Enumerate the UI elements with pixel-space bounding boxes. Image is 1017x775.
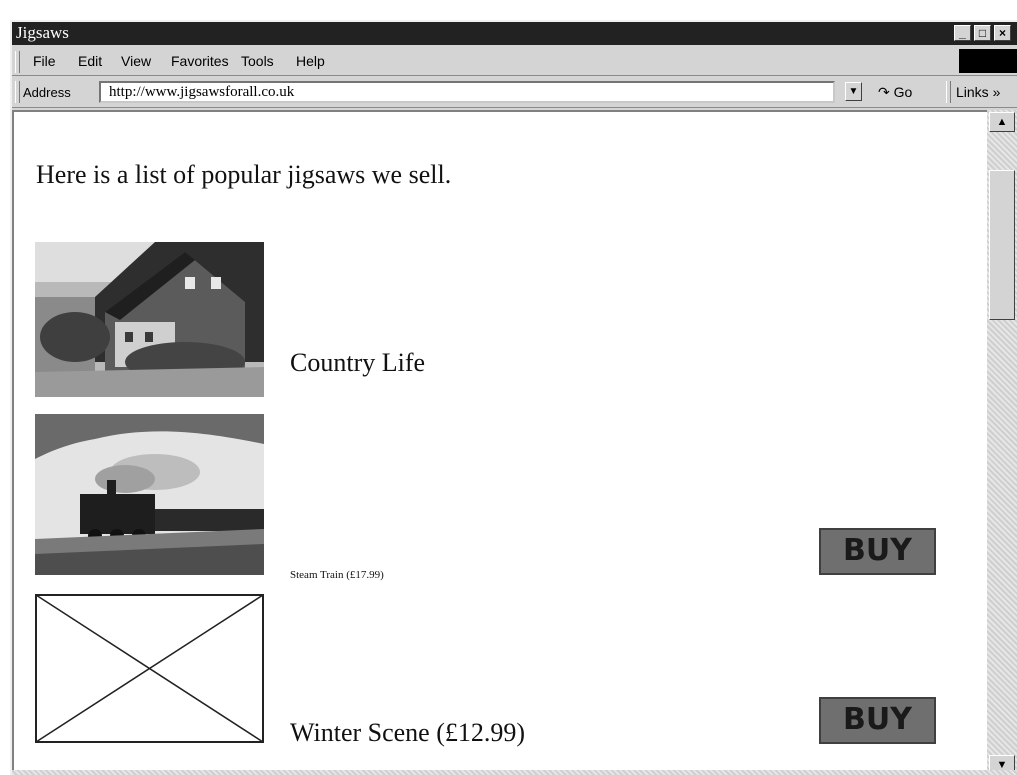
toolbar-grip[interactable] <box>15 51 20 73</box>
go-arrow-icon: ↷ <box>878 84 890 100</box>
product-caption-steam-train: Steam Train (£17.99) <box>290 569 384 581</box>
address-input[interactable]: http://www.jigsawsforall.co.uk <box>99 81 835 103</box>
chevron-down-icon: ▼ <box>848 86 859 97</box>
country-cottage-photo[interactable] <box>35 242 264 397</box>
buy-button-winter-scene[interactable]: BUY <box>819 697 936 744</box>
address-bar: Address http://www.jigsawsforall.co.uk ▼… <box>12 77 1017 108</box>
menu-edit[interactable]: Edit <box>78 53 102 69</box>
browser-window: Jigsaws _ □ × File Edit View Favorites T… <box>10 20 1017 775</box>
product-caption-winter-scene: Winter Scene (£12.99) <box>290 718 526 747</box>
menu-view[interactable]: View <box>121 53 151 69</box>
menu-file[interactable]: File <box>33 53 56 69</box>
vertical-scrollbar[interactable]: ▲ ▼ <box>987 110 1017 775</box>
menu-bar: File Edit View Favorites Tools Help <box>12 47 1017 76</box>
scroll-up-button[interactable]: ▲ <box>989 112 1015 132</box>
address-dropdown-button[interactable]: ▼ <box>845 82 862 101</box>
toolbar-grip[interactable] <box>946 81 951 103</box>
go-button[interactable]: ↷ Go <box>878 84 912 101</box>
close-button[interactable]: × <box>994 25 1011 41</box>
horizontal-scrollbar[interactable] <box>12 770 1017 775</box>
links-button[interactable]: Links » <box>956 84 1000 100</box>
maximize-button[interactable]: □ <box>974 25 991 41</box>
menu-help[interactable]: Help <box>296 53 325 69</box>
menu-tools[interactable]: Tools <box>241 53 274 69</box>
title-bar[interactable]: Jigsaws _ □ × <box>12 22 1017 45</box>
scrollbar-thumb[interactable] <box>989 170 1015 320</box>
steam-train-photo[interactable] <box>35 414 264 575</box>
go-label: Go <box>893 84 913 100</box>
buy-button-steam-train[interactable]: BUY <box>819 528 936 575</box>
window-title: Jigsaws <box>16 23 69 42</box>
minimize-button[interactable]: _ <box>954 25 971 41</box>
intro-text: Here is a list of popular jigsaws we sel… <box>36 160 452 189</box>
toolbar-grip[interactable] <box>15 81 20 103</box>
page-content: Here is a list of popular jigsaws we sel… <box>12 110 987 775</box>
broken-image-placeholder[interactable] <box>35 594 264 743</box>
product-caption-country-life: Country Life <box>290 348 426 377</box>
address-label: Address <box>23 85 71 100</box>
arrow-up-icon: ▲ <box>996 116 1008 128</box>
menu-favorites[interactable]: Favorites <box>171 53 229 69</box>
throbber-area <box>959 49 1017 73</box>
